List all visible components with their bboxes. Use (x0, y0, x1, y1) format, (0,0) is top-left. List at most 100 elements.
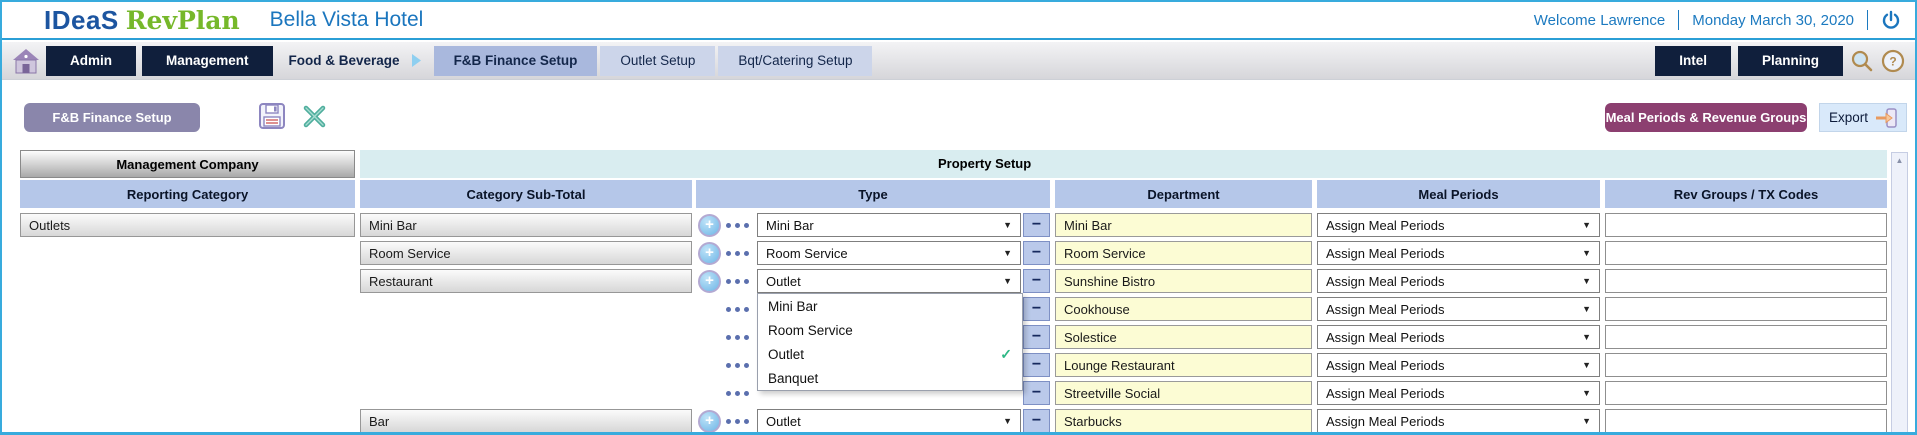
table-row: Outlets Mini Bar + Mini Bar▼ − Mini Bar … (20, 213, 1887, 237)
nav-admin-button[interactable]: Admin (46, 46, 136, 76)
rev-groups-input[interactable] (1605, 353, 1887, 377)
date-text: Monday March 30, 2020 (1692, 12, 1854, 29)
add-row-button[interactable]: + (698, 214, 721, 237)
nav-bar: Admin Management Food & Beverage F&B Fin… (2, 42, 1915, 80)
remove-row-button[interactable]: − (1023, 353, 1050, 377)
rev-groups-input[interactable] (1605, 409, 1887, 433)
rev-groups-input[interactable] (1605, 381, 1887, 405)
nav-planning-button[interactable]: Planning (1738, 46, 1843, 76)
type-dropdown-list: Mini Bar Room Service Outlet ✓ Banquet (757, 293, 1023, 391)
department-input[interactable]: Mini Bar (1055, 213, 1312, 237)
dropdown-option-mini-bar[interactable]: Mini Bar (758, 294, 1022, 318)
svg-text:?: ? (1889, 54, 1896, 68)
more-options-icon[interactable] (726, 381, 749, 405)
power-icon[interactable] (1881, 10, 1901, 30)
meal-periods-select[interactable]: Assign Meal Periods▼ (1317, 325, 1600, 349)
more-options-icon[interactable] (726, 353, 749, 377)
department-input[interactable]: Streetville Social (1055, 381, 1312, 405)
remove-row-button[interactable]: − (1023, 381, 1050, 405)
save-icon[interactable] (258, 102, 286, 135)
remove-row-button[interactable]: − (1023, 325, 1050, 349)
meal-periods-select[interactable]: Assign Meal Periods▼ (1317, 213, 1600, 237)
meal-periods-select[interactable]: Assign Meal Periods▼ (1317, 241, 1600, 265)
tab-fb-finance-setup[interactable]: F&B Finance Setup (434, 46, 598, 76)
breadcrumb-arrow-icon (412, 54, 421, 67)
export-label: Export (1829, 110, 1868, 125)
welcome-text: Welcome Lawrence (1534, 12, 1665, 29)
department-input[interactable]: Cookhouse (1055, 297, 1312, 321)
add-row-button[interactable]: + (698, 242, 721, 265)
rev-groups-input[interactable] (1605, 213, 1887, 237)
rev-groups-input[interactable] (1605, 269, 1887, 293)
department-input[interactable]: Sunshine Bistro (1055, 269, 1312, 293)
rev-groups-input[interactable] (1605, 297, 1887, 321)
type-select-open[interactable]: Outlet▼ (757, 269, 1021, 293)
tab-outlet-setup[interactable]: Outlet Setup (600, 46, 715, 76)
category-subtotal-cell: Room Service (360, 241, 692, 265)
meal-periods-select[interactable]: Assign Meal Periods▼ (1317, 297, 1600, 321)
meal-periods-select[interactable]: Assign Meal Periods▼ (1317, 269, 1600, 293)
top-bar: IDeaS RevPlan Bella Vista Hotel Welcome … (2, 2, 1915, 40)
cancel-icon[interactable] (303, 105, 326, 133)
app-window: IDeaS RevPlan Bella Vista Hotel Welcome … (0, 0, 1917, 435)
export-arrow-icon (1875, 108, 1897, 128)
dropdown-option-outlet-selected[interactable]: Outlet ✓ (758, 342, 1022, 366)
vertical-scrollbar[interactable]: ▲ (1891, 152, 1908, 433)
add-row-button[interactable]: + (698, 410, 721, 433)
fb-finance-table: Management Company Property Setup Report… (20, 150, 1887, 433)
more-options-icon[interactable] (726, 297, 749, 321)
col-header-reporting-category: Reporting Category (20, 180, 355, 208)
meal-periods-select[interactable]: Assign Meal Periods▼ (1317, 353, 1600, 377)
remove-row-button[interactable]: − (1023, 409, 1050, 433)
table-row: Restaurant + Outlet▼ − Sunshine Bistro A… (20, 269, 1887, 293)
remove-row-button[interactable]: − (1023, 269, 1050, 293)
page-title-button[interactable]: F&B Finance Setup (24, 103, 200, 132)
hotel-name: Bella Vista Hotel (270, 8, 424, 32)
col-header-category-subtotal: Category Sub-Total (360, 180, 692, 208)
remove-row-button[interactable]: − (1023, 297, 1050, 321)
type-select[interactable]: Mini Bar▼ (757, 213, 1021, 237)
rev-groups-input[interactable] (1605, 241, 1887, 265)
separator (1678, 10, 1679, 30)
rev-groups-input[interactable] (1605, 325, 1887, 349)
col-header-rev-groups: Rev Groups / TX Codes (1605, 180, 1887, 208)
meal-periods-revenue-groups-button[interactable]: Meal Periods & Revenue Groups (1605, 103, 1807, 132)
search-icon[interactable] (1850, 49, 1874, 73)
department-input[interactable]: Starbucks (1055, 409, 1312, 433)
tab-bqt-catering-setup[interactable]: Bqt/Catering Setup (718, 46, 872, 76)
reporting-category-cell: Outlets (20, 213, 355, 237)
table-row: Bar + Outlet▼ − Starbucks Assign Meal Pe… (20, 409, 1887, 433)
more-options-icon[interactable] (726, 409, 749, 433)
dropdown-option-banquet[interactable]: Banquet (758, 366, 1022, 390)
type-select[interactable]: Room Service▼ (757, 241, 1021, 265)
department-input[interactable]: Solestice (1055, 325, 1312, 349)
nav-intel-button[interactable]: Intel (1655, 46, 1731, 76)
col-header-meal-periods: Meal Periods (1317, 180, 1600, 208)
management-company-header: Management Company (20, 150, 355, 178)
meal-periods-select[interactable]: Assign Meal Periods▼ (1317, 409, 1600, 433)
more-options-icon[interactable] (726, 325, 749, 349)
category-subtotal-cell: Mini Bar (360, 213, 692, 237)
remove-row-button[interactable]: − (1023, 241, 1050, 265)
meal-periods-select[interactable]: Assign Meal Periods▼ (1317, 381, 1600, 405)
more-options-icon[interactable] (726, 269, 749, 293)
department-input[interactable]: Room Service (1055, 241, 1312, 265)
revplan-logo: RevPlan (126, 6, 240, 35)
more-options-icon[interactable] (726, 241, 749, 265)
export-button[interactable]: Export (1819, 103, 1907, 132)
category-subtotal-cell: Bar (360, 409, 692, 433)
type-select[interactable]: Outlet▼ (757, 409, 1021, 433)
col-header-type: Type (696, 180, 1050, 208)
home-icon[interactable] (12, 48, 40, 74)
ideas-logo: IDeaS (44, 5, 119, 36)
add-row-button[interactable]: + (698, 270, 721, 293)
scroll-up-icon[interactable]: ▲ (1892, 153, 1907, 165)
more-options-icon[interactable] (726, 213, 749, 237)
remove-row-button[interactable]: − (1023, 213, 1050, 237)
dropdown-option-room-service[interactable]: Room Service (758, 318, 1022, 342)
check-icon: ✓ (1000, 346, 1012, 363)
department-input[interactable]: Lounge Restaurant (1055, 353, 1312, 377)
category-subtotal-cell: Restaurant (360, 269, 692, 293)
help-icon[interactable]: ? (1881, 49, 1905, 73)
nav-management-button[interactable]: Management (142, 46, 273, 76)
